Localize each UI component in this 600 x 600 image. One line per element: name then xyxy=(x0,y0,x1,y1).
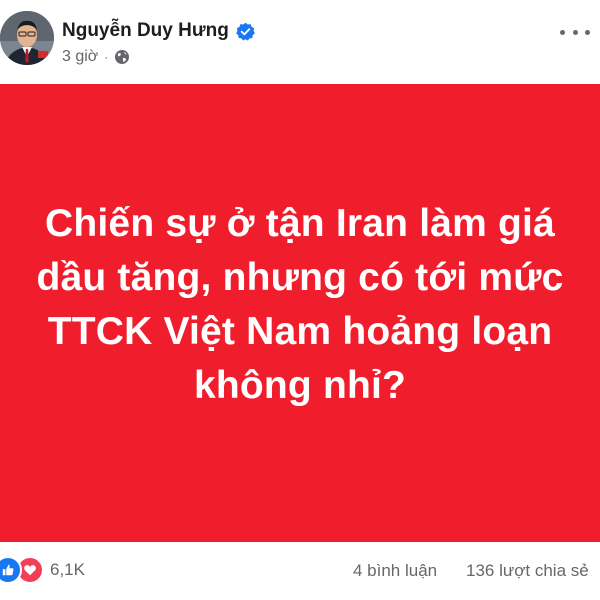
post-text-line: TTCK Việt Nam hoảng loạn xyxy=(47,310,553,353)
avatar[interactable] xyxy=(0,11,54,65)
post-text-line: dầu tăng, nhưng có tới mức xyxy=(36,256,564,299)
verified-badge-icon xyxy=(236,22,255,41)
post-header: Nguyễn Duy Hưng 3 giờ · xyxy=(0,0,600,84)
post-text-line: Chiến sự ở tận Iran làm giá xyxy=(45,202,555,245)
post-footer: 6,1K 4 bình luận 136 lượt chia sẻ xyxy=(0,542,600,600)
post-time[interactable]: 3 giờ xyxy=(62,48,98,66)
comments-count-link[interactable]: 4 bình luận xyxy=(353,561,437,581)
author-name[interactable]: Nguyễn Duy Hưng xyxy=(62,20,229,42)
facebook-post: Nguyễn Duy Hưng 3 giờ · Chiến sự ở tận I… xyxy=(0,0,600,600)
more-dot-icon xyxy=(572,29,578,35)
like-reaction-icon xyxy=(0,556,22,584)
meta-separator: · xyxy=(104,50,109,64)
post-image[interactable]: Chiến sự ở tận Iran làm giá dầu tăng, nh… xyxy=(0,84,600,542)
shares-count-link[interactable]: 136 lượt chia sẻ xyxy=(466,561,589,581)
reaction-count: 6,1K xyxy=(50,560,85,579)
post-image-text: Chiến sự ở tận Iran làm giá dầu tăng, nh… xyxy=(0,197,600,413)
reactions-summary[interactable]: 6,1K xyxy=(0,556,85,584)
author-line: Nguyễn Duy Hưng xyxy=(62,20,255,42)
post-text-line: không nhỉ? xyxy=(193,364,407,407)
globe-icon xyxy=(114,49,130,65)
post-meta: 3 giờ · xyxy=(62,48,130,66)
more-dot-icon xyxy=(560,29,565,35)
avatar-portrait xyxy=(0,11,54,65)
more-options-button[interactable] xyxy=(560,22,590,42)
more-dot-icon xyxy=(585,29,590,35)
